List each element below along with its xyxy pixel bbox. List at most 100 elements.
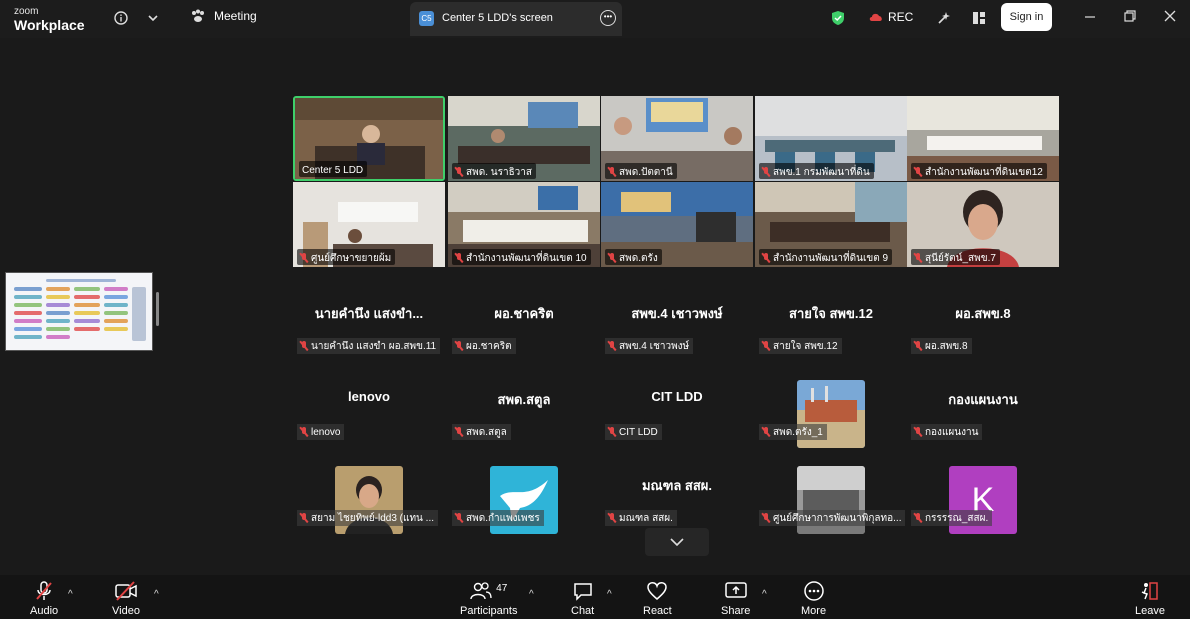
- screen-tab-title: Center 5 LDD's screen: [442, 12, 553, 24]
- participant-label: ผอ.สพข.8: [911, 338, 972, 354]
- mic-muted-icon: [455, 341, 463, 351]
- audio-options-caret[interactable]: ^: [68, 589, 73, 600]
- annotate-icon[interactable]: [934, 8, 954, 28]
- mic-muted-icon: [300, 341, 308, 351]
- mic-muted-icon: [914, 427, 922, 437]
- leave-button[interactable]: Leave: [1135, 580, 1165, 617]
- participant-tile[interactable]: สพด.สตูล สพด.สตูล: [448, 383, 600, 468]
- audio-label: Audio: [30, 605, 59, 617]
- video-tile[interactable]: สำนักงานพัฒนาที่ดินเขต 10: [448, 182, 600, 267]
- mic-muted-icon: [300, 427, 308, 437]
- participant-tile[interactable]: K กรรรรณ_สสผ.: [907, 466, 1059, 554]
- react-button[interactable]: React: [643, 580, 672, 617]
- participant-tile[interactable]: สพด.กำแพงเพชร: [448, 466, 600, 554]
- more-label: More: [801, 605, 827, 617]
- layout-icon[interactable]: [969, 8, 989, 28]
- chat-button[interactable]: Chat: [571, 580, 594, 617]
- meeting-menu[interactable]: Meeting: [190, 9, 257, 23]
- participants-button[interactable]: 47 Participants: [460, 580, 517, 617]
- mic-muted-icon: [300, 513, 308, 523]
- close-icon[interactable]: [1164, 9, 1176, 25]
- chevron-down-icon: [670, 538, 684, 546]
- mic-muted-icon: [455, 427, 463, 437]
- mic-muted-icon: [762, 167, 770, 177]
- participant-tile[interactable]: สายใจ สพข.12 สายใจ สพข.12: [755, 297, 907, 382]
- participant-label: Center 5 LDD: [299, 161, 368, 177]
- participant-label: CIT LDD: [605, 424, 662, 440]
- rec-button[interactable]: REC: [868, 10, 913, 24]
- mic-muted-icon: [914, 253, 922, 263]
- participant-tile[interactable]: สยาม ไชยทิพย์-ldd3 (แทน ...: [293, 466, 445, 554]
- zoom-logo: zoom Workplace: [14, 6, 85, 32]
- participant-tile[interactable]: lenovo lenovo: [293, 383, 445, 468]
- mic-muted-icon: [608, 427, 616, 437]
- participants-icon: [470, 582, 492, 600]
- participant-tile[interactable]: สพข.4 เชาวพงษ์ สพข.4 เชาวพงษ์: [601, 297, 753, 382]
- participant-label: กรรรรณ_สสผ.: [911, 510, 993, 526]
- participant-tile[interactable]: CIT LDD CIT LDD: [601, 383, 753, 468]
- mic-muted-icon: [455, 167, 463, 177]
- video-tile[interactable]: สพด.ตรัง: [601, 182, 753, 267]
- participant-name: มณฑล สสผ.: [641, 478, 713, 493]
- participant-name: สายใจ สพข.12: [789, 306, 873, 321]
- video-tile[interactable]: สำนักงานพัฒนาที่ดินเขต 9: [755, 182, 907, 267]
- video-button[interactable]: Video: [112, 580, 140, 617]
- participant-label: สำนักงานพัฒนาที่ดินเขต 10: [452, 249, 591, 265]
- mic-muted-icon: [608, 341, 616, 351]
- video-tile[interactable]: สำนักงานพัฒนาที่ดินเขต12: [907, 96, 1059, 181]
- participant-label: สำนักงานพัฒนาที่ดินเขต12: [911, 163, 1047, 179]
- mic-muted-icon: [762, 513, 770, 523]
- participants-options-caret[interactable]: ^: [529, 589, 534, 600]
- paw-icon: [192, 9, 204, 22]
- more-icon: [803, 581, 824, 601]
- video-options-caret[interactable]: ^: [154, 589, 159, 600]
- participant-tile[interactable]: ผอ.ชาคริต ผอ.ชาคริต: [448, 297, 600, 382]
- participant-name: สพด.สตูล: [497, 392, 551, 407]
- participant-label: สายใจ สพข.12: [759, 338, 842, 354]
- sign-in-button[interactable]: Sign in: [1001, 3, 1052, 31]
- participant-label: สพด.สตูล: [452, 424, 511, 440]
- participant-tile[interactable]: กองแผนงาน กองแผนงาน: [907, 383, 1059, 468]
- participants-label: Participants: [460, 605, 518, 617]
- mic-muted-icon: [608, 167, 616, 177]
- share-button[interactable]: Share: [721, 580, 750, 617]
- participant-name: lenovo: [348, 389, 390, 404]
- video-tile[interactable]: สพด. นราธิวาส: [448, 96, 600, 181]
- video-tile[interactable]: ศูนย์ศึกษาขยายผ้ม: [293, 182, 445, 267]
- participant-label: ศูนย์ศึกษาการพัฒนาพิกุลทอ...: [759, 510, 906, 526]
- participant-tile[interactable]: นายคำนึง แสงขำ... นายคำนึง แสงขำ ผอ.สพข.…: [293, 297, 445, 382]
- chat-options-caret[interactable]: ^: [607, 589, 612, 600]
- leave-icon: [1141, 582, 1158, 600]
- participant-label: สพด.ปัตตานี: [605, 163, 677, 179]
- more-options-icon[interactable]: •••: [600, 10, 616, 26]
- participant-tile[interactable]: ผอ.สพข.8 ผอ.สพข.8: [907, 297, 1059, 382]
- share-options-caret[interactable]: ^: [762, 589, 767, 600]
- video-tile[interactable]: สพข.1 กรมพัฒนาที่ดิน: [755, 96, 907, 181]
- video-tile[interactable]: Center 5 LDD: [293, 96, 445, 181]
- heart-icon: [647, 582, 668, 600]
- audio-button[interactable]: Audio: [30, 580, 58, 617]
- participant-tile[interactable]: ศูนย์ศึกษาการพัฒนาพิกุลทอ...: [755, 466, 907, 554]
- chevron-down-icon[interactable]: [143, 8, 163, 28]
- info-icon[interactable]: [111, 8, 131, 28]
- participant-label: นายคำนึง แสงขำ ผอ.สพข.11: [297, 338, 441, 354]
- screen-share-tab[interactable]: C5 Center 5 LDD's screen •••: [410, 2, 622, 36]
- mic-muted-icon: [762, 427, 770, 437]
- share-screen-icon: [724, 582, 747, 598]
- mic-muted-icon: [455, 513, 463, 523]
- minimize-icon[interactable]: [1084, 9, 1096, 25]
- shared-screen-thumbnail[interactable]: [5, 272, 153, 351]
- video-tile[interactable]: สุนีย์รัตน์_สพข.7: [907, 182, 1059, 267]
- restore-icon[interactable]: [1124, 9, 1136, 25]
- leave-label: Leave: [1135, 605, 1165, 617]
- participants-count: 47: [496, 583, 508, 594]
- video-tile[interactable]: สพด.ปัตตานี: [601, 96, 753, 181]
- scroll-down-button[interactable]: [645, 528, 709, 556]
- participant-label: lenovo: [297, 424, 345, 440]
- meeting-label: Meeting: [214, 9, 257, 23]
- shield-icon[interactable]: [828, 8, 848, 28]
- participant-tile[interactable]: สพด.ตรัง_1: [755, 380, 907, 468]
- thumbnail-resize-handle[interactable]: [156, 292, 159, 326]
- more-button[interactable]: More: [801, 580, 826, 617]
- cloud-record-icon: [869, 13, 882, 21]
